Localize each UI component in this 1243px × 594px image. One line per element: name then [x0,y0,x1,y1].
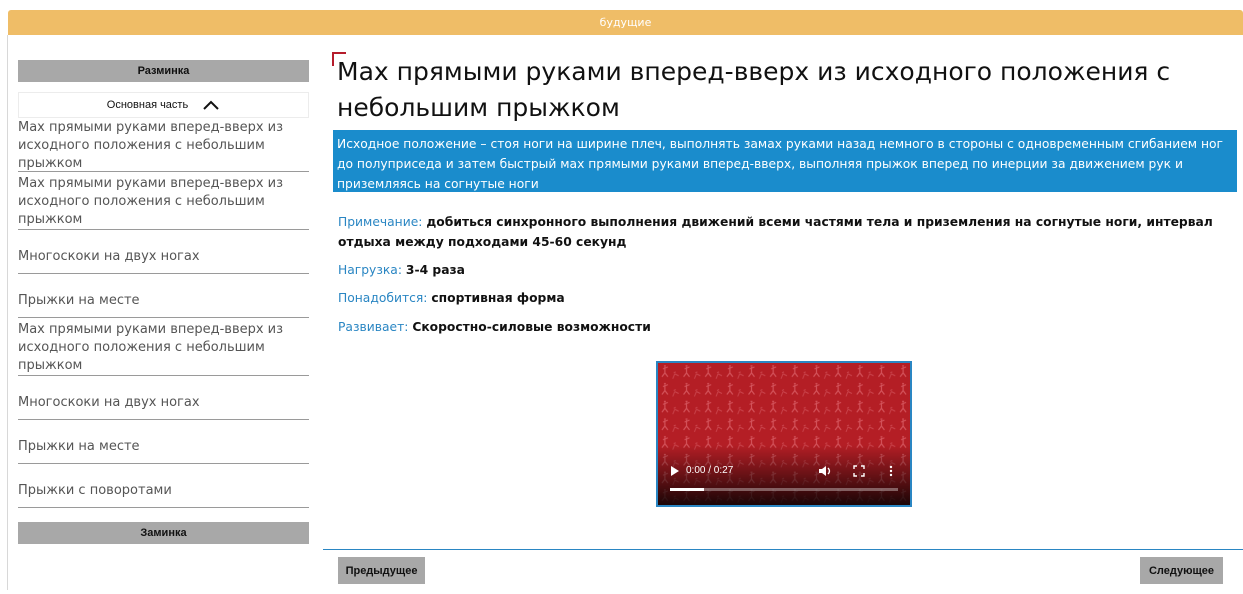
list-item[interactable]: Мах прямыми руками вперед-вверх из исход… [18,318,309,376]
video-progress-bar[interactable] [670,488,898,491]
section-cooldown[interactable]: Заминка [18,522,309,544]
list-item-label: Прыжки с поворотами [18,482,172,498]
note-value: добиться синхронного выполнения движений… [338,215,1213,249]
list-item[interactable]: Прыжки на месте [18,274,309,318]
list-item-label: Мах прямыми руками вперед-вверх из исход… [18,175,284,227]
left-border [7,35,8,590]
list-item[interactable]: Прыжки с поворотами [18,464,309,508]
list-item-label: Мах прямыми руками вперед-вверх из исход… [18,321,284,373]
list-item-label: Многоскоки на двух ногах [18,394,200,410]
section-warmup[interactable]: Разминка [18,60,309,82]
play-icon[interactable] [670,465,680,477]
list-item-label: Прыжки на месте [18,292,140,308]
section-warmup-label: Разминка [137,65,190,77]
list-item[interactable]: Прыжки на месте [18,420,309,464]
sidebar: Разминка Основная часть Мах прямыми рука… [18,60,309,544]
list-item[interactable]: Многоскоки на двух ногах [18,376,309,420]
load-label: Нагрузка: [338,263,402,277]
note-label: Примечание: [338,215,423,229]
volume-icon[interactable] [818,464,832,478]
top-banner-title: будущие [599,16,652,29]
note-row: Примечание: добиться синхронного выполне… [338,212,1238,252]
needs-label: Понадобится: [338,291,428,305]
exercise-description: Исходное положение – стоя ноги на ширине… [333,130,1237,192]
load-row: Нагрузка: 3-4 раза [338,260,1238,280]
list-item[interactable]: Мах прямыми руками вперед-вверх из исход… [18,118,309,172]
needs-row: Понадобится: спортивная форма [338,288,1238,308]
video-time: 0:00 / 0:27 [686,465,734,476]
exercise-list: Мах прямыми руками вперед-вверх из исход… [18,118,309,508]
develops-row: Развивает: Скоростно-силовые возможности [338,317,1238,337]
list-item-label: Многоскоки на двух ногах [18,248,200,264]
section-main-part-label: Основная часть [106,99,189,111]
previous-button[interactable]: Предыдущее [338,557,425,584]
list-item[interactable]: Многоскоки на двух ногах [18,230,309,274]
chevron-up-icon [203,100,219,110]
list-item[interactable]: Мах прямыми руками вперед-вверх из исход… [18,172,309,230]
section-main-part[interactable]: Основная часть [18,92,309,118]
video-progress-fill [670,488,705,491]
load-value: 3-4 раза [405,263,465,277]
footer-divider [323,549,1243,550]
video-player[interactable]: 0:00 / 0:27 [656,361,912,507]
section-cooldown-label: Заминка [140,527,187,539]
list-item-label: Мах прямыми руками вперед-вверх из исход… [18,119,284,171]
develops-value: Скоростно-силовые возможности [412,320,651,334]
needs-value: спортивная форма [431,291,565,305]
top-banner: будущие [8,10,1243,35]
fullscreen-icon[interactable] [853,465,865,477]
develops-label: Развивает: [338,320,409,334]
next-button[interactable]: Следующее [1140,557,1223,584]
more-vert-icon[interactable] [888,465,894,477]
list-item-label: Прыжки на месте [18,438,140,454]
exercise-title: Мах прямыми руками вперед-вверх из исход… [337,57,1171,122]
